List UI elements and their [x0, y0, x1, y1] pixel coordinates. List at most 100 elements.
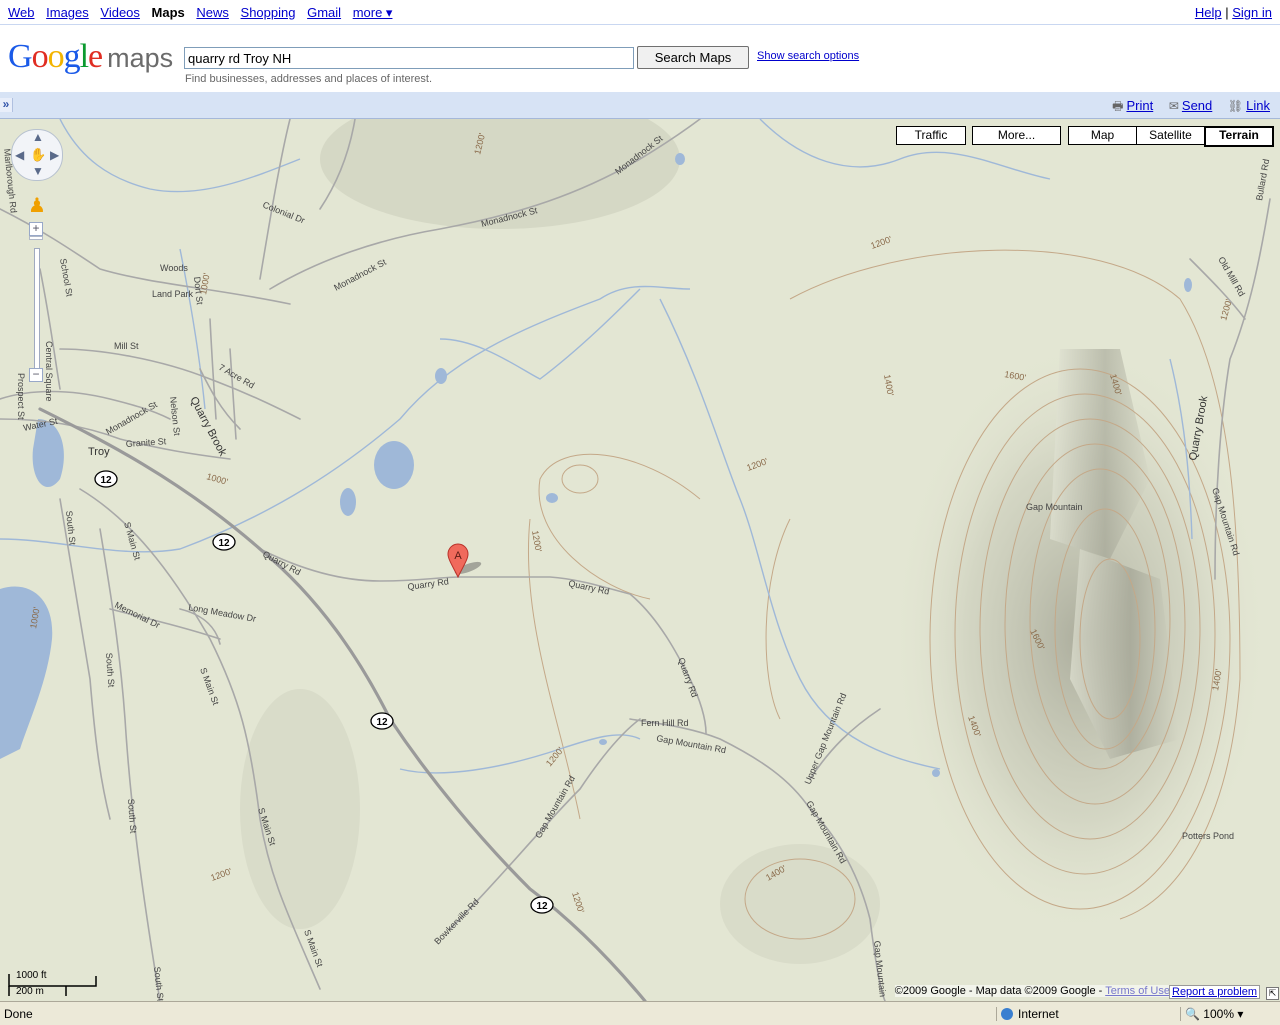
- svg-text:Upper Gap Mountain Rd: Upper Gap Mountain Rd: [803, 692, 849, 786]
- north-hill-shading: [320, 119, 680, 229]
- report-problem-text[interactable]: Report a problem: [1172, 986, 1257, 998]
- pan-down-icon[interactable]: ▼: [32, 164, 44, 178]
- status-text: Done: [4, 1007, 33, 1021]
- svg-text:Gap Mountain Rd: Gap Mountain Rd: [656, 733, 727, 755]
- zoom-out-button[interactable]: −: [29, 368, 43, 382]
- toolbar-links: 🖶 Print ✉ Send ⛓ Link: [1100, 97, 1270, 118]
- logo-letter: o: [47, 38, 65, 75]
- envelope-icon: ✉: [1168, 99, 1179, 113]
- logo-letter: l: [79, 38, 90, 75]
- logo-letter: g: [63, 38, 81, 75]
- svg-text:Bowkerville Rd: Bowkerville Rd: [432, 897, 481, 947]
- send-link[interactable]: Send: [1182, 98, 1212, 113]
- svg-text:Prospect St: Prospect St: [16, 373, 26, 420]
- pan-control[interactable]: ▲ ◀ ▶ ▼ ✋: [11, 129, 63, 181]
- scale-feet: 1000 ft: [16, 970, 47, 981]
- svg-text:Gap Mountain Rd: Gap Mountain Rd: [533, 774, 577, 840]
- map-type-map[interactable]: Map: [1068, 126, 1137, 145]
- logo-maps: maps: [107, 43, 174, 73]
- svg-text:12: 12: [100, 475, 112, 486]
- zoom-slider-track[interactable]: [34, 248, 40, 380]
- nav-gmail[interactable]: Gmail: [307, 5, 341, 20]
- map-type-terrain[interactable]: Terrain: [1204, 126, 1274, 147]
- svg-text:1200': 1200': [745, 456, 769, 473]
- svg-text:7 Acre Rd: 7 Acre Rd: [217, 362, 256, 390]
- svg-text:1000': 1000': [205, 471, 229, 487]
- hand-icon: ✋: [30, 147, 47, 162]
- expand-map-icon[interactable]: ⇱: [1266, 987, 1279, 1000]
- svg-text:Memorial Dr: Memorial Dr: [113, 600, 161, 630]
- zoom-level[interactable]: 🔍 100% ▾: [1180, 1007, 1275, 1021]
- zoom-control[interactable]: + −: [29, 222, 43, 392]
- sign-in-link[interactable]: Sign in: [1232, 5, 1272, 20]
- search-maps-button[interactable]: Search Maps: [637, 46, 749, 69]
- svg-text:South St: South St: [126, 798, 138, 834]
- svg-text:Woods: Woods: [160, 263, 188, 273]
- svg-text:South St: South St: [64, 510, 78, 546]
- svg-text:1400': 1400': [882, 374, 896, 397]
- svg-text:S Main St: S Main St: [302, 928, 325, 969]
- location-marker-a[interactable]: A: [447, 543, 483, 579]
- svg-text:Bullard Rd: Bullard Rd: [1254, 158, 1271, 201]
- nav-videos[interactable]: Videos: [100, 5, 140, 20]
- pan-right-icon[interactable]: ▶: [50, 148, 59, 162]
- nav-shopping[interactable]: Shopping: [241, 5, 296, 20]
- printer-icon: 🖶: [1112, 99, 1124, 113]
- separator: |: [1225, 5, 1229, 20]
- report-problem-link[interactable]: Report a problem: [1169, 985, 1260, 999]
- terms-of-use-link[interactable]: Terms of Use: [1105, 985, 1170, 997]
- label-potters-pond: Potters Pond: [1182, 831, 1234, 841]
- svg-text:S Main St: S Main St: [198, 666, 221, 707]
- svg-text:Central Square: Central Square: [44, 341, 54, 402]
- copyright-text: ©2009 Google - Map data ©2009 Google -: [894, 985, 1103, 997]
- label-quarry-brook-west: Quarry Brook: [187, 395, 229, 459]
- top-navigation: Web Images Videos Maps News Shopping Gma…: [0, 0, 1280, 25]
- account-links: Help | Sign in: [1195, 5, 1272, 20]
- more-button[interactable]: More...: [972, 126, 1061, 145]
- copyright: ©2009 Google - Map data ©2009 Google - T…: [894, 985, 1170, 997]
- svg-text:12: 12: [218, 538, 230, 549]
- svg-text:Fern Hill Rd: Fern Hill Rd: [641, 718, 689, 728]
- svg-text:School St: School St: [58, 258, 75, 298]
- svg-text:1200': 1200': [209, 866, 233, 883]
- nav-images[interactable]: Images: [46, 5, 89, 20]
- map-canvas[interactable]: 12 12 12 12 Troy Quarry Brook Quarry Bro…: [0, 119, 1280, 1001]
- nav-more-dropdown[interactable]: more ▾: [353, 5, 393, 20]
- svg-text:Long Meadow Dr: Long Meadow Dr: [188, 602, 257, 624]
- header: Googlemaps Search Maps Show search optio…: [0, 25, 1280, 91]
- svg-text:Land Park: Land Park: [152, 289, 194, 299]
- terrain-map: 12 12 12 12 Troy Quarry Brook Quarry Bro…: [0, 119, 1271, 1001]
- search-input[interactable]: [184, 47, 634, 69]
- pan-up-icon[interactable]: ▲: [32, 130, 44, 144]
- map-type-satellite[interactable]: Satellite: [1136, 126, 1205, 145]
- svg-text:Monadnock St: Monadnock St: [332, 257, 388, 293]
- help-link[interactable]: Help: [1195, 5, 1222, 20]
- magnifier-icon: 🔍: [1185, 1007, 1200, 1021]
- svg-text:1200': 1200': [570, 891, 586, 915]
- label-gap-mountain: Gap Mountain: [1026, 502, 1083, 512]
- logo-letter: o: [31, 38, 49, 75]
- nav-web[interactable]: Web: [8, 5, 35, 20]
- south-hill-shading: [720, 844, 880, 964]
- nav-news[interactable]: News: [196, 5, 229, 20]
- svg-text:Granite St: Granite St: [125, 436, 167, 449]
- zoom-notch: [29, 236, 43, 240]
- service-links: Web Images Videos Maps News Shopping Gma…: [8, 5, 400, 21]
- show-search-options-link[interactable]: Show search options: [757, 50, 859, 62]
- svg-text:12: 12: [376, 717, 388, 728]
- svg-text:1200': 1200': [869, 234, 893, 251]
- zoom-in-button[interactable]: +: [29, 222, 43, 236]
- link-link[interactable]: Link: [1246, 98, 1270, 113]
- svg-text:Quarry Rd: Quarry Rd: [407, 576, 450, 592]
- collapse-panel-button[interactable]: »: [0, 98, 13, 112]
- scale-bar: 1000 ft 200 m: [8, 970, 98, 998]
- svg-text:Colonial Dr: Colonial Dr: [261, 200, 306, 226]
- print-link[interactable]: Print: [1126, 98, 1153, 113]
- svg-text:Quarry Rd: Quarry Rd: [676, 656, 700, 698]
- pan-left-icon[interactable]: ◀: [15, 148, 24, 162]
- google-maps-logo[interactable]: Google maps: [8, 38, 173, 76]
- street-view-pegman-icon[interactable]: ♟: [28, 192, 46, 220]
- traffic-button[interactable]: Traffic: [896, 126, 966, 145]
- svg-text:Mill St: Mill St: [114, 341, 139, 351]
- svg-text:A: A: [454, 550, 462, 562]
